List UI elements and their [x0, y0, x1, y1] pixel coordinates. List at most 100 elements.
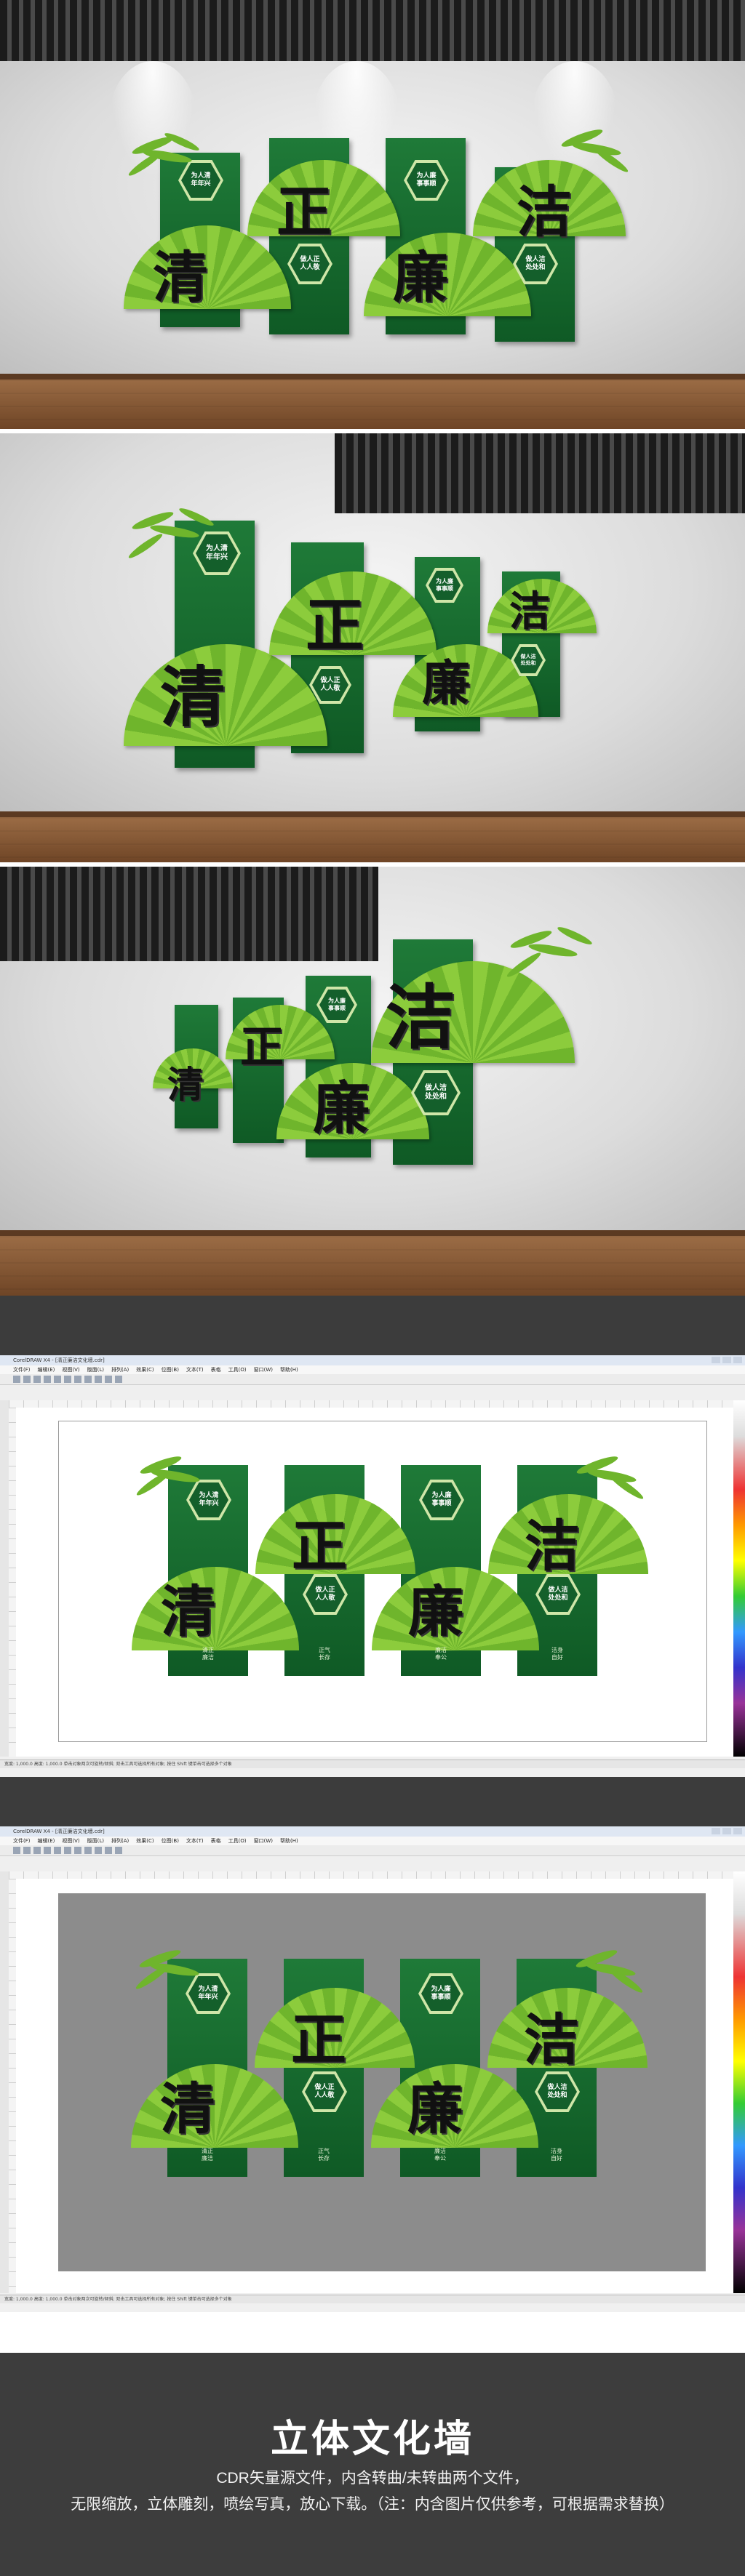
open-file-icon[interactable] — [23, 1847, 31, 1854]
bamboo-leaves-icon — [506, 927, 592, 977]
export-icon[interactable] — [115, 1847, 122, 1854]
hex-label: 为人廉 事事顺 — [436, 578, 453, 592]
copy-icon[interactable] — [64, 1376, 71, 1383]
status-text: 宽度: 1,000.0 高度: 1,000.0 单击对象两次可旋转/倾斜; 双击… — [4, 1762, 232, 1767]
open-file-icon[interactable] — [23, 1376, 31, 1383]
hex-label: 为人廉 事事顺 — [431, 1491, 452, 1507]
horizontal-ruler — [9, 1400, 733, 1408]
culture-wall-mural: 为人清 年年兴 做人正 人人敬 为人廉 事事顺 做人洁 处处和 清 正 廉 洁 — [124, 124, 633, 356]
menu-item[interactable]: 工具(O) — [228, 1367, 247, 1373]
redo-icon[interactable] — [95, 1376, 102, 1383]
menu-item[interactable]: 位图(B) — [162, 1838, 179, 1844]
menu-item[interactable]: 编辑(E) — [38, 1838, 55, 1844]
menu-item[interactable]: 视图(V) — [62, 1367, 79, 1373]
window-title: CorelDRAW X4 - [清正廉洁文化墙.cdr] — [13, 1829, 105, 1834]
menu-item[interactable]: 窗口(W) — [254, 1838, 273, 1844]
baseboard — [0, 811, 745, 817]
menu-item[interactable]: 工具(O) — [228, 1838, 247, 1844]
menu-item[interactable]: 编辑(E) — [38, 1367, 55, 1373]
close-icon[interactable] — [733, 1828, 742, 1834]
print-icon[interactable] — [44, 1376, 51, 1383]
menu-item[interactable]: 表格 — [211, 1838, 221, 1844]
print-icon[interactable] — [44, 1847, 51, 1854]
menu-item[interactable]: 版面(L) — [87, 1838, 104, 1844]
menu-item[interactable]: 帮助(H) — [280, 1838, 298, 1844]
paste-icon[interactable] — [74, 1376, 81, 1383]
maximize-icon[interactable] — [722, 1357, 731, 1363]
menu-item[interactable]: 文件(F) — [13, 1367, 31, 1373]
calligraphy-character: 洁 — [525, 1514, 580, 1578]
menu-item[interactable]: 位图(B) — [162, 1367, 179, 1373]
calligraphy-character: 廉 — [313, 1075, 370, 1141]
page-border: 为人清 年年兴 做人正 人人敬 为人廉 事事顺 做人洁 处处和 清 正 廉 洁 … — [58, 1421, 707, 1742]
hex-label: 做人正 人人敬 — [300, 255, 320, 271]
hex-label: 为人廉 事事顺 — [328, 998, 346, 1011]
divider-line — [0, 2347, 745, 2351]
ceiling — [0, 0, 745, 61]
board-footer-label: 洁身 自好 — [551, 1647, 563, 1661]
minimize-icon[interactable] — [712, 1828, 720, 1834]
calligraphy-character: 清 — [161, 1579, 216, 1644]
hex-label: 做人洁 处处和 — [548, 1586, 568, 1602]
vertical-ruler — [9, 1408, 16, 1757]
board-footer-label: 清正 廉洁 — [202, 2148, 213, 2162]
bamboo-leaves-icon — [136, 1456, 200, 1496]
software-window-2: CorelDRAW X4 - [清正廉洁文化墙.cdr] 文件(F) 编辑(E) 视… — [0, 1826, 745, 2312]
footer-description-line-2: 无限缩放，立体雕刻，喷绘写真，放心下载。（注：内含图片仅供参考，可根据需求替换） — [71, 2496, 674, 2513]
menu-item[interactable]: 窗口(W) — [254, 1367, 273, 1373]
new-file-icon[interactable] — [13, 1847, 20, 1854]
drawing-canvas[interactable]: 为人清 年年兴 做人正 人人敬 为人廉 事事顺 做人洁 处处和 清 正 廉 洁 … — [16, 1879, 733, 2293]
vertical-ruler — [9, 1879, 16, 2293]
software-window-1: CorelDRAW X4 - [清正廉洁文化墙.cdr] 文件(F) 编辑(E) 视… — [0, 1355, 745, 1777]
menu-item[interactable]: 帮助(H) — [280, 1367, 298, 1373]
menu-item[interactable]: 表格 — [211, 1367, 221, 1373]
menu-item[interactable]: 文本(T) — [186, 1838, 204, 1844]
menu-item[interactable]: 文件(F) — [13, 1838, 31, 1844]
cut-icon[interactable] — [54, 1847, 61, 1854]
import-icon[interactable] — [105, 1376, 112, 1383]
bamboo-leaves-icon — [561, 129, 629, 172]
window-title-bar: CorelDRAW X4 - [清正廉洁文化墙.cdr] — [0, 1826, 745, 1837]
calligraphy-character: 廉 — [422, 654, 470, 711]
bamboo-leaves-icon — [128, 133, 199, 176]
import-icon[interactable] — [105, 1847, 112, 1854]
drawing-canvas[interactable]: 为人清 年年兴 做人正 人人敬 为人廉 事事顺 做人洁 处处和 清 正 廉 洁 … — [16, 1408, 733, 1757]
export-icon[interactable] — [115, 1376, 122, 1383]
hex-label: 为人廉 事事顺 — [431, 1985, 451, 2001]
calligraphy-character: 清 — [160, 659, 226, 736]
redo-icon[interactable] — [95, 1847, 102, 1854]
board-footer-label: 洁身 自好 — [551, 2148, 562, 2162]
save-icon[interactable] — [33, 1376, 41, 1383]
separator-band — [0, 1777, 745, 1826]
status-bar: 宽度: 1,000.0 高度: 1,000.0 单击对象两次可旋转/倾斜; 双击… — [0, 2295, 745, 2303]
menu-bar: 文件(F) 编辑(E) 视图(V) 版面(L) 排列(A) 效果(C) 位图(B) 文本(T)… — [0, 1837, 745, 1845]
new-file-icon[interactable] — [13, 1376, 20, 1383]
calligraphy-character: 清 — [160, 2077, 215, 2141]
gray-background-rect: 为人清 年年兴 做人正 人人敬 为人廉 事事顺 做人洁 处处和 清 正 廉 洁 … — [58, 1893, 706, 2271]
hex-label: 做人洁 处处和 — [520, 654, 536, 666]
menu-item[interactable]: 排列(A) — [111, 1838, 129, 1844]
paste-icon[interactable] — [74, 1847, 81, 1854]
save-icon[interactable] — [33, 1847, 41, 1854]
undo-icon[interactable] — [84, 1847, 92, 1854]
minimize-icon[interactable] — [712, 1357, 720, 1363]
calligraphy-character: 洁 — [509, 587, 550, 635]
color-palette[interactable] — [733, 1871, 745, 2293]
menu-item[interactable]: 文本(T) — [186, 1367, 204, 1373]
footer-description-line-1: CDR矢量源文件，内含转曲/未转曲两个文件， — [216, 2470, 529, 2487]
color-palette[interactable] — [733, 1400, 745, 1757]
window-title: CorelDRAW X4 - [清正廉洁文化墙.cdr] — [13, 1357, 105, 1363]
menu-item[interactable]: 视图(V) — [62, 1838, 79, 1844]
board-footer-label: 廉洁 奉公 — [434, 2148, 446, 2162]
undo-icon[interactable] — [84, 1376, 92, 1383]
copy-icon[interactable] — [64, 1847, 71, 1854]
maximize-icon[interactable] — [722, 1828, 731, 1834]
close-icon[interactable] — [733, 1357, 742, 1363]
menu-item[interactable]: 版面(L) — [87, 1367, 104, 1373]
cut-icon[interactable] — [54, 1376, 61, 1383]
hex-label: 做人正 人人敬 — [315, 1586, 335, 1602]
menu-item[interactable]: 排列(A) — [111, 1367, 129, 1373]
menu-item[interactable]: 效果(C) — [136, 1367, 154, 1373]
culture-wall-mural: 为人清 年年兴 做人正 人人敬 为人廉 事事顺 做人洁 处处和 清 正 廉 洁 … — [132, 1450, 648, 1690]
menu-item[interactable]: 效果(C) — [136, 1838, 154, 1844]
